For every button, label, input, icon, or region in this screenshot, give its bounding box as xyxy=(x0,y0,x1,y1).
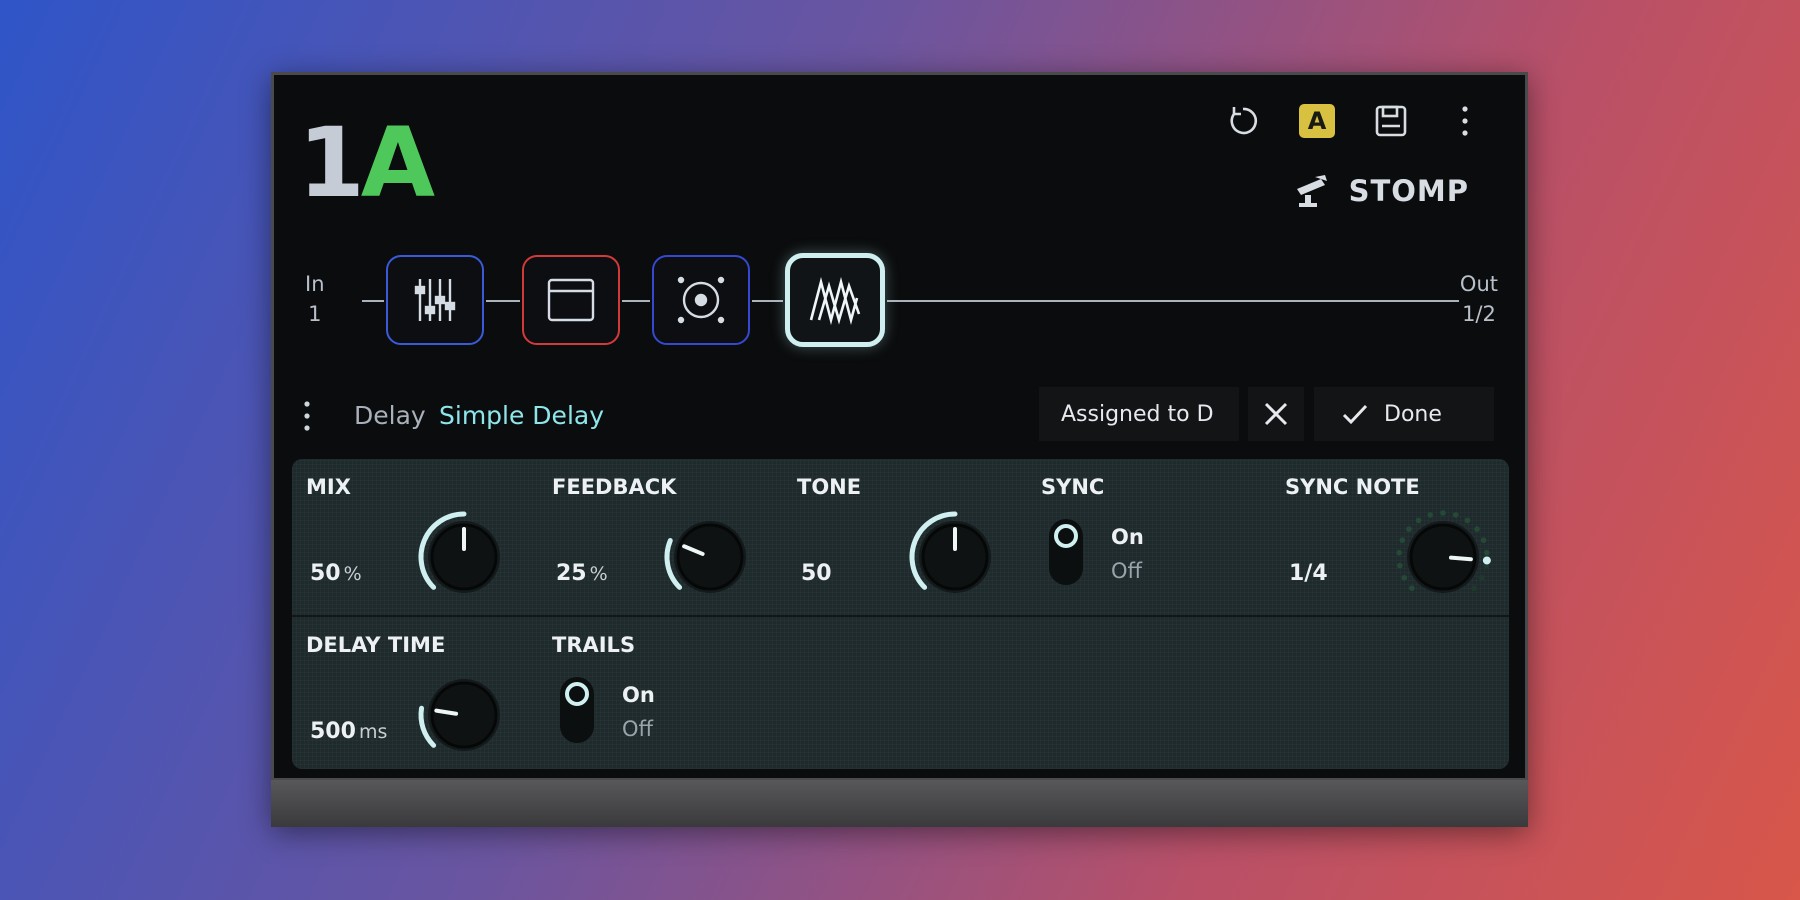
top-toolbar: A xyxy=(1223,101,1485,141)
knob-step-dot xyxy=(1397,562,1403,569)
assigned-to-button[interactable]: Assigned to D xyxy=(1039,387,1239,441)
snapshot-a-button[interactable]: A xyxy=(1297,101,1337,141)
feedback-knob[interactable] xyxy=(660,507,760,607)
knob-step-dot xyxy=(1427,512,1434,518)
knob-step-dot xyxy=(1483,549,1490,556)
chain-line xyxy=(362,300,384,302)
done-button[interactable]: Done xyxy=(1314,387,1494,441)
tone-knob[interactable] xyxy=(905,507,1005,607)
knob-step-dot xyxy=(1452,512,1459,518)
knob-step-dot xyxy=(1471,585,1477,591)
preset-number: 1 xyxy=(298,107,365,219)
amp-icon xyxy=(547,278,595,322)
chain-line xyxy=(486,300,520,302)
delay-time-knob[interactable] xyxy=(414,665,514,765)
knob-step-dot xyxy=(1479,574,1485,581)
param-name: SYNC xyxy=(1041,475,1105,499)
param-value: 50% xyxy=(310,561,362,586)
trails-toggle[interactable] xyxy=(560,677,594,743)
toggle-knob xyxy=(565,682,589,706)
block-amp[interactable] xyxy=(522,255,620,345)
param-trails[interactable]: TRAILS On Off xyxy=(552,617,772,767)
mode-label: STOMP xyxy=(1348,174,1469,208)
input-label: In xyxy=(305,272,325,296)
knob-step-dot xyxy=(1396,549,1403,556)
done-label: Done xyxy=(1384,401,1442,427)
close-button[interactable] xyxy=(1248,387,1304,441)
block-delay-selected[interactable] xyxy=(785,253,885,347)
toggle-on-label[interactable]: On xyxy=(1111,525,1144,549)
param-name: TONE xyxy=(797,475,862,499)
knob-step-dot xyxy=(1401,574,1407,581)
block-category[interactable]: Delay xyxy=(354,401,426,430)
param-feedback[interactable]: FEEDBACK 25% xyxy=(552,459,772,609)
mix-knob[interactable] xyxy=(414,507,514,607)
eq-sliders-icon xyxy=(414,279,456,321)
snapshot-a-badge: A xyxy=(1299,104,1335,138)
save-icon[interactable] xyxy=(1371,101,1411,141)
knob-step-dot xyxy=(1409,585,1415,591)
block-header: Delay Simple Delay Assigned to D Done xyxy=(274,385,1525,445)
close-icon xyxy=(1264,402,1288,426)
chain-line xyxy=(887,300,1459,302)
toggle-off-label[interactable]: Off xyxy=(622,717,653,741)
block-menu-icon[interactable] xyxy=(302,399,312,437)
chain-output: Out 1/2 xyxy=(1460,269,1498,329)
device-frame: 1A A STOMP In 1 Out 1/2 Delay Simple Del… xyxy=(271,72,1528,827)
assigned-label: Assigned to D xyxy=(1061,401,1214,427)
knob-body xyxy=(676,523,744,591)
delay-wave-icon xyxy=(809,276,861,326)
param-name: TRAILS xyxy=(552,633,636,657)
sync-note-knob[interactable] xyxy=(1393,507,1493,607)
block-cab[interactable] xyxy=(652,255,750,345)
parameter-panel: MIX 50% FEEDBACK 25% TONE 50 SYNC On Off xyxy=(292,459,1509,769)
param-value: 500 ms xyxy=(310,719,388,744)
param-mix[interactable]: MIX 50% xyxy=(306,459,526,609)
knob-pointer xyxy=(1448,555,1473,562)
param-name: SYNC NOTE xyxy=(1285,475,1420,499)
knob-step-dot xyxy=(1415,517,1422,524)
output-value: 1/2 xyxy=(1462,302,1496,326)
stomp-footswitch-icon xyxy=(1296,175,1327,207)
toggle-knob xyxy=(1054,524,1078,548)
param-value: 1/4 xyxy=(1289,561,1328,586)
param-sync-note[interactable]: SYNC NOTE 1/4 xyxy=(1285,459,1505,609)
speaker-cab-icon xyxy=(677,276,725,324)
knob-step-dot xyxy=(1399,537,1406,543)
undo-icon[interactable] xyxy=(1223,101,1263,141)
param-tone[interactable]: TONE 50 xyxy=(797,459,1017,609)
more-vertical-icon[interactable] xyxy=(1445,101,1485,141)
preset-bank: A xyxy=(360,107,435,219)
knob-step-dot xyxy=(1440,510,1446,516)
param-name: DELAY TIME xyxy=(306,633,446,657)
knob-step-dot xyxy=(1480,537,1487,543)
param-value: 50 xyxy=(801,561,832,586)
preset-indicator[interactable]: 1A xyxy=(298,115,435,211)
toggle-off-label[interactable]: Off xyxy=(1111,559,1142,583)
knob-step-active xyxy=(1482,556,1491,565)
knob-step-dot xyxy=(1406,526,1412,532)
check-icon xyxy=(1342,404,1368,425)
knob-body xyxy=(430,681,498,749)
block-model-name[interactable]: Simple Delay xyxy=(439,401,604,430)
chain-line xyxy=(752,300,783,302)
device-bezel-bottom xyxy=(271,780,1528,827)
param-name: MIX xyxy=(306,475,351,499)
sync-toggle[interactable] xyxy=(1049,519,1083,585)
block-eq[interactable] xyxy=(386,255,484,345)
param-name: FEEDBACK xyxy=(552,475,677,499)
param-delay-time[interactable]: DELAY TIME 500 ms xyxy=(306,617,526,767)
device-screen: 1A A STOMP In 1 Out 1/2 Delay Simple Del… xyxy=(274,75,1525,778)
param-value: 25% xyxy=(556,561,608,586)
chain-line xyxy=(622,300,650,302)
output-label: Out xyxy=(1459,272,1498,296)
input-value: 1 xyxy=(308,302,322,326)
mode-stomp-button[interactable]: STOMP xyxy=(1291,173,1469,209)
param-sync[interactable]: SYNC On Off xyxy=(1041,459,1261,609)
knob-step-dot xyxy=(1474,526,1480,532)
knob-step-dot xyxy=(1464,517,1471,524)
chain-input: In 1 xyxy=(305,269,325,329)
toggle-on-label[interactable]: On xyxy=(622,683,655,707)
